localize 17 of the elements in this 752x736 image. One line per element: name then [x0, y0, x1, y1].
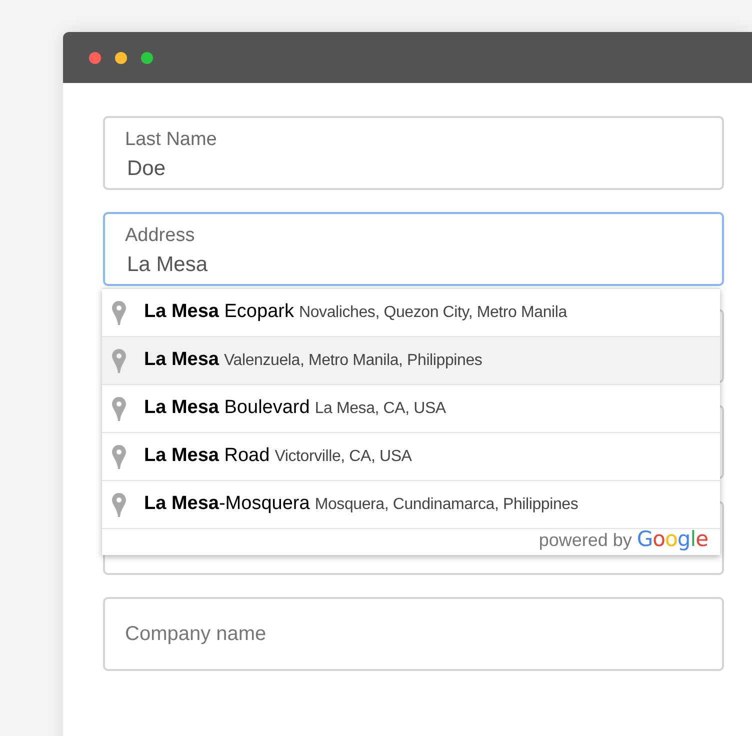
suggestion-title: La Mesa Boulevard — [144, 396, 310, 420]
suggestion-title: La Mesa Road — [144, 444, 270, 468]
suggestion-detail: Novaliches, Quezon City, Metro Manila — [298, 303, 567, 324]
google-logo: Google — [636, 526, 708, 554]
field-placeholder: Company name — [125, 622, 266, 647]
suggestion-title: La Mesa — [144, 348, 219, 372]
suggestion-detail: Mosquera, Cundinamarca, Philippines — [314, 495, 578, 516]
suggestion-detail: Victorville, CA, USA — [274, 447, 412, 468]
attribution-text: powered by — [538, 528, 632, 552]
suggestion-detail: La Mesa, CA, USA — [314, 399, 446, 420]
field-label: Address — [125, 224, 196, 248]
suggestion-title: La Mesa Ecopark — [144, 300, 294, 324]
suggestion-title: La Mesa-Mosquera — [144, 492, 310, 516]
field-value: Doe — [126, 156, 167, 182]
field-label: Last Name — [125, 128, 218, 152]
suggestion-detail: Valenzuela, Metro Manila, Philippines — [224, 351, 482, 372]
field-value: La Mesa — [126, 252, 209, 278]
